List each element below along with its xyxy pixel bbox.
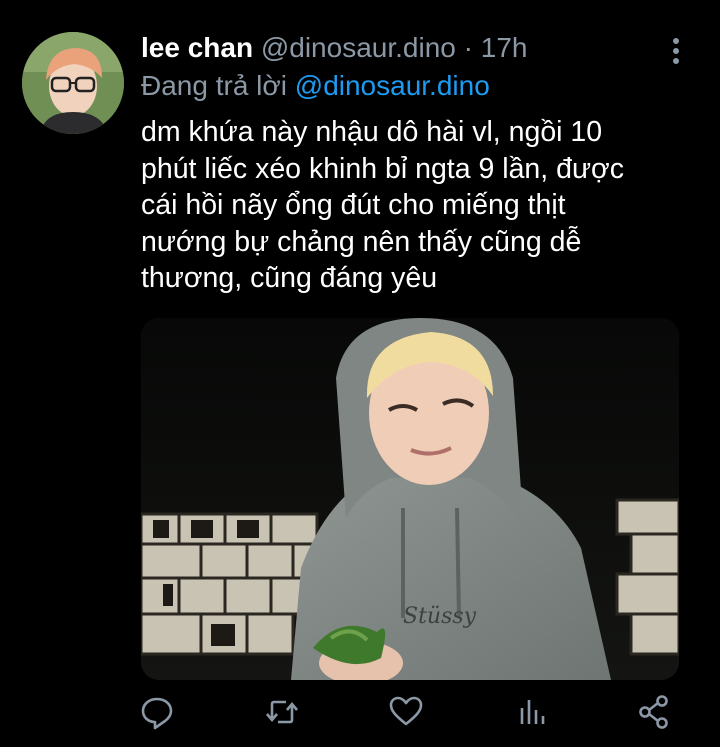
- author-name[interactable]: lee chan: [141, 32, 253, 63]
- tweet-text-line: dm khứa này nhậu dô hài vl, ngồi 10: [141, 116, 603, 148]
- tweet-action-bar: [0, 690, 720, 738]
- tweet-header: lee chan @dinosaur.dino · 17h: [141, 30, 660, 66]
- share-icon[interactable]: [634, 690, 674, 734]
- separator-dot: ·: [463, 32, 473, 63]
- shirt-logo-text: Stüssy: [403, 604, 477, 629]
- retweet-icon[interactable]: [262, 690, 302, 734]
- comment-icon[interactable]: [137, 690, 177, 734]
- tweet-timestamp[interactable]: 17h: [481, 32, 528, 63]
- heart-icon[interactable]: [386, 690, 426, 734]
- reply-mention-link[interactable]: @dinosaur.dino: [295, 70, 490, 101]
- author-handle[interactable]: @dinosaur.dino: [261, 32, 456, 63]
- tweet-text-line: thương, cũng đáng yêu: [141, 262, 438, 294]
- tweet-media-image[interactable]: Stüssy: [141, 318, 679, 680]
- avatar-image: [22, 32, 124, 134]
- tweet-text-line: cái hồi nãy ổng đút cho miếng thịt: [141, 189, 566, 221]
- replying-to: Đang trả lời @dinosaur.dino: [141, 68, 490, 104]
- more-options-icon[interactable]: [666, 36, 686, 66]
- reply-prefix: Đang trả lời: [141, 70, 287, 101]
- author-avatar[interactable]: [22, 32, 124, 134]
- tweet-text-line: phút liếc xéo khinh bỉ ngta 9 lần, được: [141, 152, 624, 185]
- tweet-text: dm khứa này nhậu dô hài vl, ngồi 10 phút…: [141, 114, 701, 297]
- analytics-icon[interactable]: [512, 690, 552, 734]
- tweet-text-line: nướng bự chảng nên thấy cũng dễ: [141, 225, 582, 258]
